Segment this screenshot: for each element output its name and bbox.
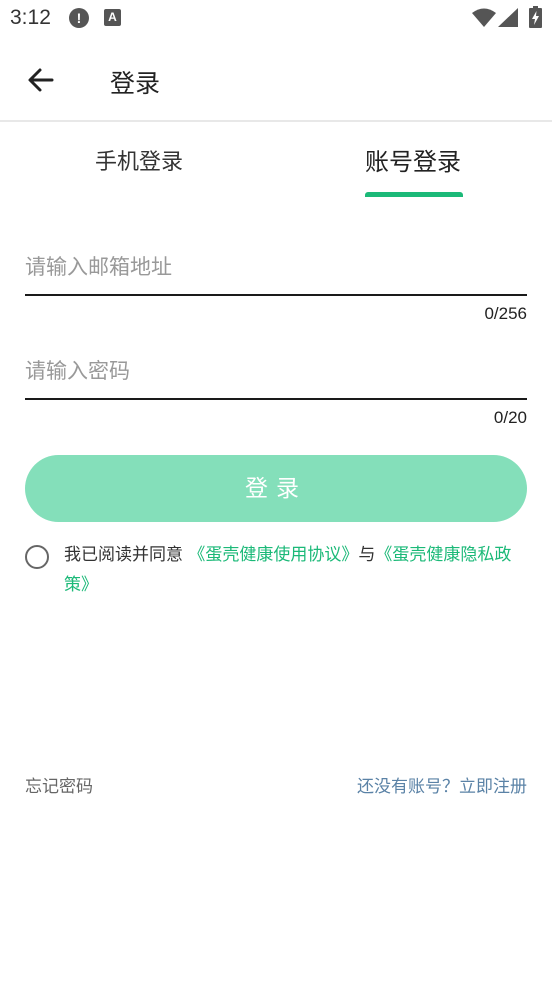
back-button[interactable]: [22, 60, 62, 100]
agreement-prefix: 我已阅读并同意: [64, 545, 183, 565]
battery-charging-icon: [529, 6, 542, 28]
forgot-password-link[interactable]: 忘记密码: [25, 772, 93, 797]
register-link[interactable]: 还没有账号？立即注册: [357, 772, 527, 797]
password-char-counter: 0/20: [493, 408, 527, 427]
email-char-counter: 0/256: [484, 304, 527, 323]
status-time: 3:12: [10, 6, 51, 29]
alert-icon: !: [69, 8, 89, 28]
login-tabs: 手机登录 账号登录: [0, 124, 552, 198]
email-field-group: 0/256: [25, 240, 527, 323]
password-input[interactable]: [25, 344, 527, 400]
email-input[interactable]: [25, 240, 527, 296]
status-bar: 3:12 ! A: [0, 0, 552, 38]
usage-agreement-link[interactable]: 《蛋壳健康使用协议》: [188, 545, 358, 565]
agreement-middle: 与: [358, 545, 376, 565]
a-icon: A: [104, 9, 121, 26]
active-tab-indicator: [365, 192, 463, 197]
password-field-group: 0/20: [25, 344, 527, 427]
agreement-checkbox[interactable]: [25, 545, 49, 569]
login-screen: 3:12 ! A 登录 手机登录 账号登录 0/256 0/2: [0, 0, 552, 983]
wifi-icon: [472, 8, 496, 27]
header: 登录: [0, 38, 552, 122]
page-title: 登录: [110, 69, 161, 98]
tab-phone-login[interactable]: 手机登录: [95, 144, 183, 176]
tab-account-login[interactable]: 账号登录: [365, 142, 461, 177]
login-button[interactable]: 登录: [25, 455, 527, 522]
back-arrow-icon: [28, 68, 54, 92]
signal-icon: [498, 8, 518, 27]
agreement-text: 我已阅读并同意 《蛋壳健康使用协议》与《蛋壳健康隐私政策》: [64, 540, 529, 600]
